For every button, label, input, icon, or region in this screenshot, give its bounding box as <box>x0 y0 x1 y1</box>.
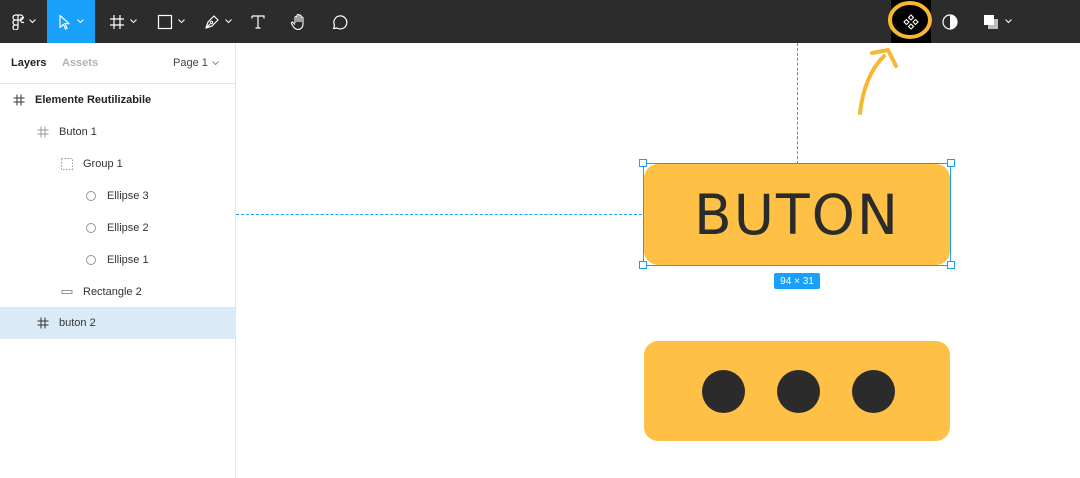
ellipse-dot <box>852 370 895 413</box>
comment-tool-button[interactable] <box>324 0 354 43</box>
toolbar <box>0 0 1080 43</box>
page-selector[interactable]: Page 1 <box>173 57 219 69</box>
ellipse-dot <box>777 370 820 413</box>
mask-icon <box>941 13 959 31</box>
layer-label: Ellipse 1 <box>107 254 149 266</box>
layer-label: Rectangle 2 <box>83 286 142 298</box>
resize-handle-top-right[interactable] <box>947 159 955 167</box>
text-tool-icon <box>250 14 266 30</box>
layer-label: Ellipse 3 <box>107 190 149 202</box>
frame-icon <box>35 124 51 140</box>
text-tool-button[interactable] <box>244 0 272 43</box>
ellipse-icon <box>83 188 99 204</box>
page-name: Page 1 <box>173 57 208 69</box>
chevron-down-icon <box>77 19 84 24</box>
chevron-down-icon <box>225 19 232 24</box>
main-menu-button[interactable] <box>0 0 47 43</box>
frame-icon <box>35 315 51 331</box>
pen-tool-button[interactable] <box>197 0 239 43</box>
comment-tool-icon <box>330 13 348 31</box>
layer-row-selected[interactable]: buton 2 <box>0 307 235 339</box>
layer-row[interactable]: Ellipse 2 <box>0 212 235 244</box>
chevron-down-icon <box>1005 19 1012 24</box>
figma-menu-icon <box>11 13 24 30</box>
layer-label: buton 2 <box>59 317 96 329</box>
group-icon <box>59 156 75 172</box>
layer-row[interactable]: Group 1 <box>0 148 235 180</box>
create-component-button[interactable] <box>891 0 931 43</box>
resize-handle-bottom-left[interactable] <box>639 261 647 269</box>
frame-icon <box>11 92 27 108</box>
rectangle-icon <box>59 284 75 300</box>
tab-layers[interactable]: Layers <box>11 57 46 69</box>
layer-label: Buton 1 <box>59 126 97 138</box>
tab-assets[interactable]: Assets <box>62 57 98 69</box>
ellipse-dot <box>702 370 745 413</box>
ellipse-icon <box>83 252 99 268</box>
selection-box <box>643 163 951 266</box>
panel-tabs: Layers Assets Page 1 <box>0 43 235 84</box>
chevron-down-icon <box>130 19 137 24</box>
boolean-ops-button[interactable] <box>976 0 1018 43</box>
frame-tool-icon <box>109 14 125 30</box>
hand-tool-icon <box>290 13 308 31</box>
move-tool-icon <box>58 14 72 30</box>
mask-button[interactable] <box>934 0 966 43</box>
layer-row[interactable]: Elemente Reutilizabile <box>0 84 235 116</box>
hand-tool-button[interactable] <box>284 0 314 43</box>
shape-tool-icon <box>157 14 173 30</box>
resize-handle-bottom-right[interactable] <box>947 261 955 269</box>
layer-row[interactable]: Ellipse 1 <box>0 244 235 276</box>
resize-handle-top-left[interactable] <box>639 159 647 167</box>
measure-guide-vertical <box>797 43 798 164</box>
frame-tool-button[interactable] <box>102 0 144 43</box>
ellipse-icon <box>83 220 99 236</box>
layer-label: Ellipse 2 <box>107 222 149 234</box>
create-component-icon <box>902 13 920 31</box>
pen-tool-icon <box>204 14 220 30</box>
chevron-down-icon <box>28 19 36 24</box>
shape-tool-button[interactable] <box>150 0 192 43</box>
layer-row[interactable]: Ellipse 3 <box>0 180 235 212</box>
buton-2-frame[interactable] <box>644 341 950 441</box>
layers-panel: Layers Assets Page 1 Elemente Reutilizab… <box>0 43 236 478</box>
layer-label: Elemente Reutilizabile <box>35 94 152 106</box>
layer-label: Group 1 <box>83 158 123 170</box>
dimension-badge: 94 × 31 <box>774 273 820 289</box>
layer-row[interactable]: Buton 1 <box>0 116 235 148</box>
measure-guide-horizontal <box>236 214 642 215</box>
layer-row[interactable]: Rectangle 2 <box>0 276 235 308</box>
boolean-ops-icon <box>982 13 1000 31</box>
chevron-down-icon <box>208 57 219 69</box>
chevron-down-icon <box>178 19 185 24</box>
move-tool-button[interactable] <box>47 0 95 43</box>
